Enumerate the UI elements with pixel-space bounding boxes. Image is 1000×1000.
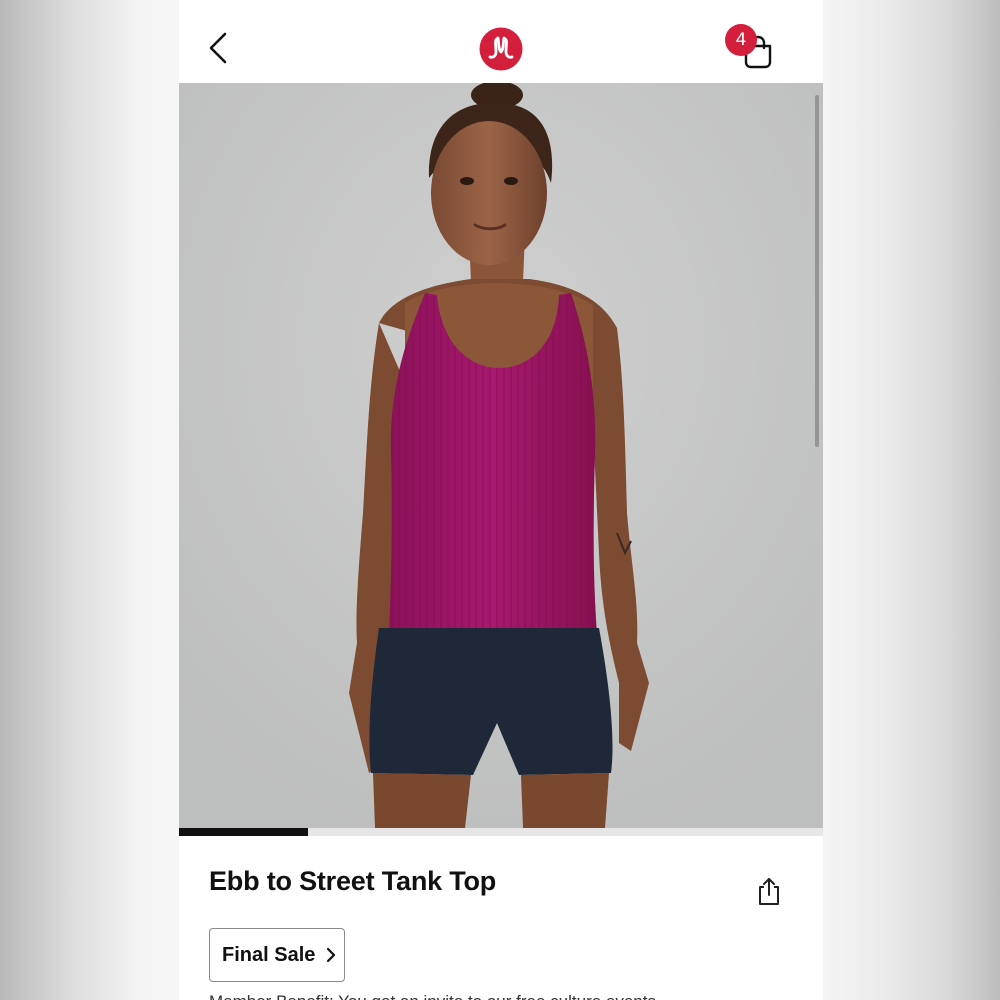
back-button[interactable] bbox=[199, 26, 243, 70]
model-photo bbox=[179, 83, 823, 828]
logo-icon bbox=[479, 27, 523, 71]
cart-count-badge: 4 bbox=[725, 24, 757, 56]
share-icon bbox=[759, 878, 779, 905]
final-sale-label: Final Sale bbox=[222, 943, 316, 966]
product-image[interactable] bbox=[179, 83, 823, 828]
top-bar: 4 bbox=[179, 0, 823, 83]
image-scrollbar[interactable] bbox=[815, 95, 819, 447]
lululemon-logo[interactable] bbox=[479, 27, 523, 71]
chevron-right-icon bbox=[327, 947, 336, 963]
product-title: Ebb to Street Tank Top bbox=[209, 866, 497, 896]
final-sale-button[interactable]: Final Sale bbox=[209, 928, 345, 982]
progress-fill bbox=[179, 828, 308, 836]
shopping-bag-button[interactable]: 4 bbox=[724, 24, 784, 74]
share-button[interactable] bbox=[755, 876, 783, 906]
product-page: 4 Ebb to Street Tank Top Final Sale bbox=[179, 0, 823, 1000]
image-carousel-progress bbox=[179, 828, 823, 836]
chevron-left-icon bbox=[209, 32, 227, 64]
member-benefit-text: Member Benefit: You get an invite to our… bbox=[209, 992, 656, 1000]
